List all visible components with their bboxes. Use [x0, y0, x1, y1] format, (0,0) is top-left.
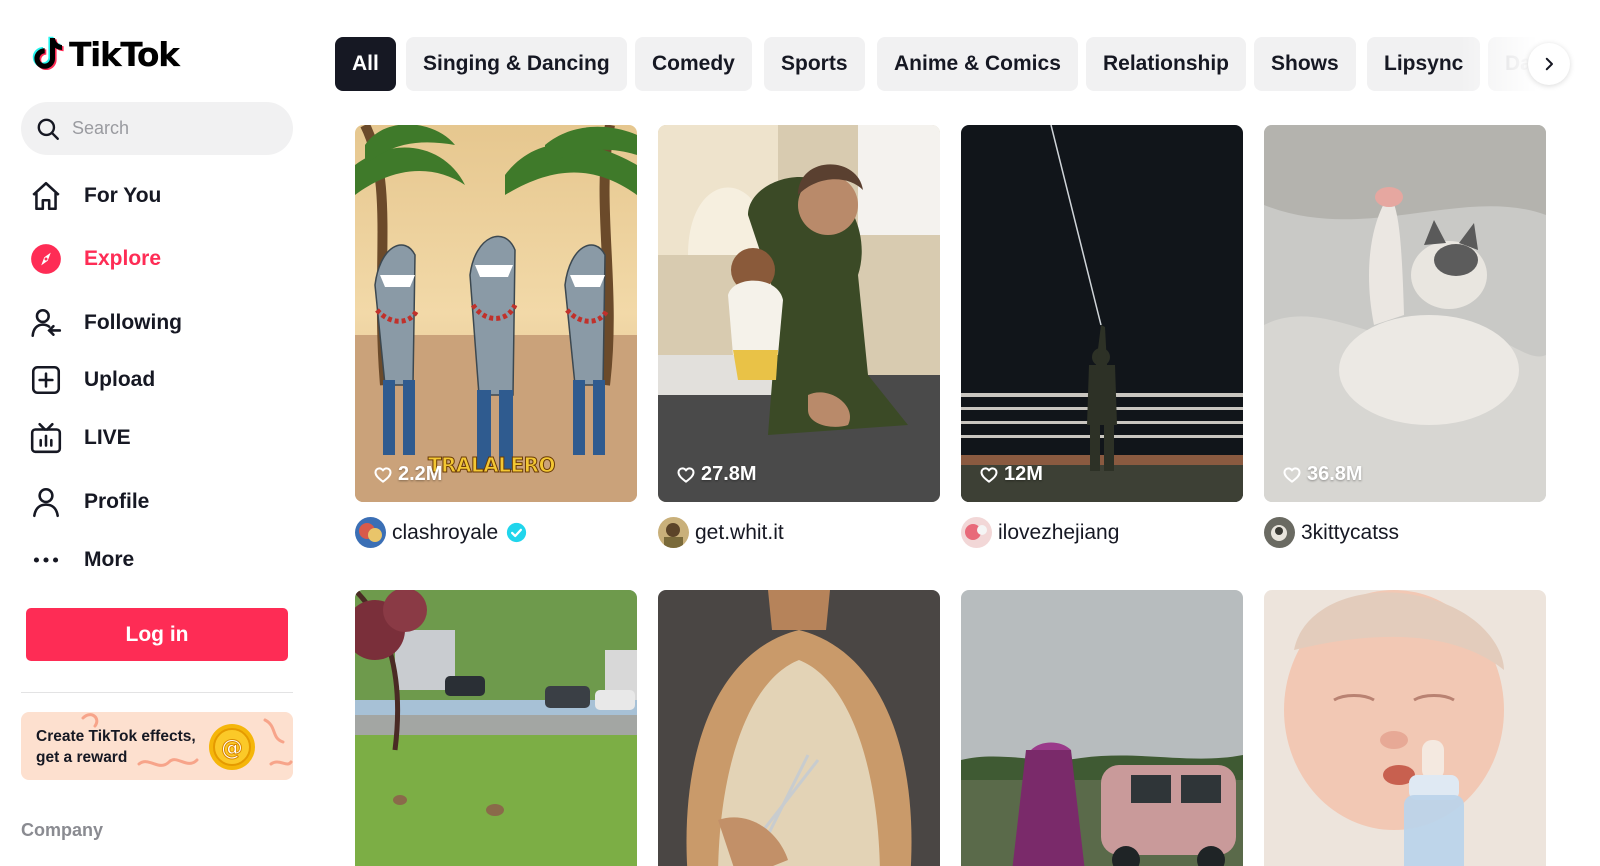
author-username: ilovezhejiang: [998, 520, 1120, 544]
category-bar: All Singing & Dancing Comedy Sports Anim…: [335, 37, 1600, 91]
author-username: get.whit.it: [695, 520, 784, 544]
like-count: 12M: [979, 463, 1043, 486]
nav-label-following: Following: [84, 311, 182, 334]
thumbnail-image-kitten-blanket: [1264, 125, 1546, 502]
avatar: [1264, 517, 1295, 548]
thumbnail-image-sharks-beach: [355, 125, 637, 502]
promo-line-2: get a reward: [36, 749, 128, 766]
category-chip-anime[interactable]: Anime & Comics: [877, 37, 1078, 91]
nav-item-live[interactable]: LIVE: [28, 416, 131, 460]
svg-text:@: @: [221, 736, 243, 761]
sidebar: TikTok For You Explore Following: [0, 0, 318, 866]
avatar: [961, 517, 992, 548]
live-tv-icon: [28, 420, 64, 456]
category-chip-shows[interactable]: Shows: [1254, 37, 1356, 91]
reward-coin-icon: @: [209, 724, 255, 770]
following-icon: [28, 305, 64, 341]
avatar: [355, 517, 386, 548]
nav-label-explore: Explore: [84, 247, 162, 270]
compass-icon: [28, 241, 64, 277]
video-author[interactable]: clashroyale: [355, 517, 527, 548]
verified-badge-icon: [507, 522, 527, 543]
logo-wordmark: TikTok: [69, 34, 180, 74]
tiktok-logo[interactable]: TikTok: [31, 34, 180, 74]
footer-company-link[interactable]: Company: [21, 820, 103, 841]
nav-item-for-you[interactable]: For You: [28, 174, 161, 218]
heart-outline-icon: [980, 466, 998, 483]
sidebar-divider: [21, 692, 293, 693]
video-author[interactable]: 3kittycatss: [1264, 517, 1399, 548]
nav-label-live: LIVE: [84, 426, 131, 449]
thumbnail-image-fishing-night: [961, 125, 1243, 502]
video-thumbnail[interactable]: [1264, 590, 1546, 866]
category-scroll-next-button[interactable]: [1528, 43, 1570, 85]
home-icon: [28, 178, 64, 214]
category-chip-sports[interactable]: Sports: [764, 37, 865, 91]
nav-item-more[interactable]: More: [28, 538, 134, 582]
effects-promo-banner[interactable]: Create TikTok effects, get a reward @: [21, 712, 293, 780]
like-count: 2.2M: [373, 463, 442, 486]
chevron-right-icon: [1545, 57, 1553, 71]
nav-label-profile: Profile: [84, 490, 150, 513]
heart-outline-icon: [677, 466, 695, 483]
nav-item-following[interactable]: Following: [28, 301, 182, 345]
thumbnail-image-back-shaving: [658, 590, 940, 866]
video-overlay-caption: TRALALERO: [427, 453, 556, 478]
like-count-value: 12M: [1004, 463, 1043, 485]
heart-outline-icon: [374, 466, 392, 483]
category-chip-comedy[interactable]: Comedy: [635, 37, 752, 91]
category-chip-relationship[interactable]: Relationship: [1086, 37, 1247, 91]
more-dots-icon: [28, 542, 64, 578]
like-count: 36.8M: [1282, 463, 1363, 486]
thumbnail-image-camper-van: [961, 590, 1243, 866]
category-chip-singing[interactable]: Singing & Dancing: [406, 37, 627, 91]
nav-item-explore[interactable]: Explore: [28, 237, 161, 281]
like-count-value: 2.2M: [398, 463, 443, 485]
search-box[interactable]: [21, 102, 293, 155]
promo-text: Create TikTok effects, get a reward: [36, 726, 216, 768]
thumbnail-image-mother-baby-kitchen: [658, 125, 940, 502]
search-input[interactable]: [72, 118, 272, 139]
nav-item-profile[interactable]: Profile: [28, 480, 149, 524]
upload-plus-icon: [28, 362, 64, 398]
avatar: [658, 517, 689, 548]
profile-icon: [28, 484, 64, 520]
author-username: 3kittycatss: [1301, 520, 1400, 544]
nav-label-for-you: For You: [84, 184, 162, 207]
like-count-value: 36.8M: [1307, 463, 1363, 485]
author-username: clashroyale: [392, 520, 499, 544]
video-thumbnail[interactable]: 12M: [961, 125, 1243, 502]
search-icon: [37, 118, 59, 140]
heart-outline-icon: [1283, 466, 1301, 483]
video-thumbnail[interactable]: [961, 590, 1243, 866]
video-thumbnail[interactable]: 27.8M: [658, 125, 940, 502]
video-thumbnail[interactable]: [658, 590, 940, 866]
nav-item-upload[interactable]: Upload: [28, 358, 155, 402]
promo-line-1: Create TikTok effects,: [36, 728, 196, 745]
video-author[interactable]: ilovezhejiang: [961, 517, 1119, 548]
video-author[interactable]: get.whit.it: [658, 517, 784, 548]
like-count-value: 27.8M: [701, 463, 757, 485]
tiktok-logo-icon: [32, 36, 64, 70]
video-thumbnail[interactable]: [355, 590, 637, 866]
video-thumbnail[interactable]: 36.8M: [1264, 125, 1546, 502]
category-chip-lipsync[interactable]: Lipsync: [1367, 37, 1481, 91]
category-chip-all[interactable]: All: [335, 37, 396, 91]
nav-label-upload: Upload: [84, 368, 156, 391]
video-thumbnail[interactable]: TRALALERO 2.2M: [355, 125, 637, 502]
like-count: 27.8M: [676, 463, 757, 486]
thumbnail-image-newborn-bottle: [1264, 590, 1546, 866]
login-button[interactable]: Log in: [26, 608, 288, 661]
thumbnail-image-rabbits-lawn: [355, 590, 637, 866]
nav-label-more: More: [84, 548, 135, 571]
